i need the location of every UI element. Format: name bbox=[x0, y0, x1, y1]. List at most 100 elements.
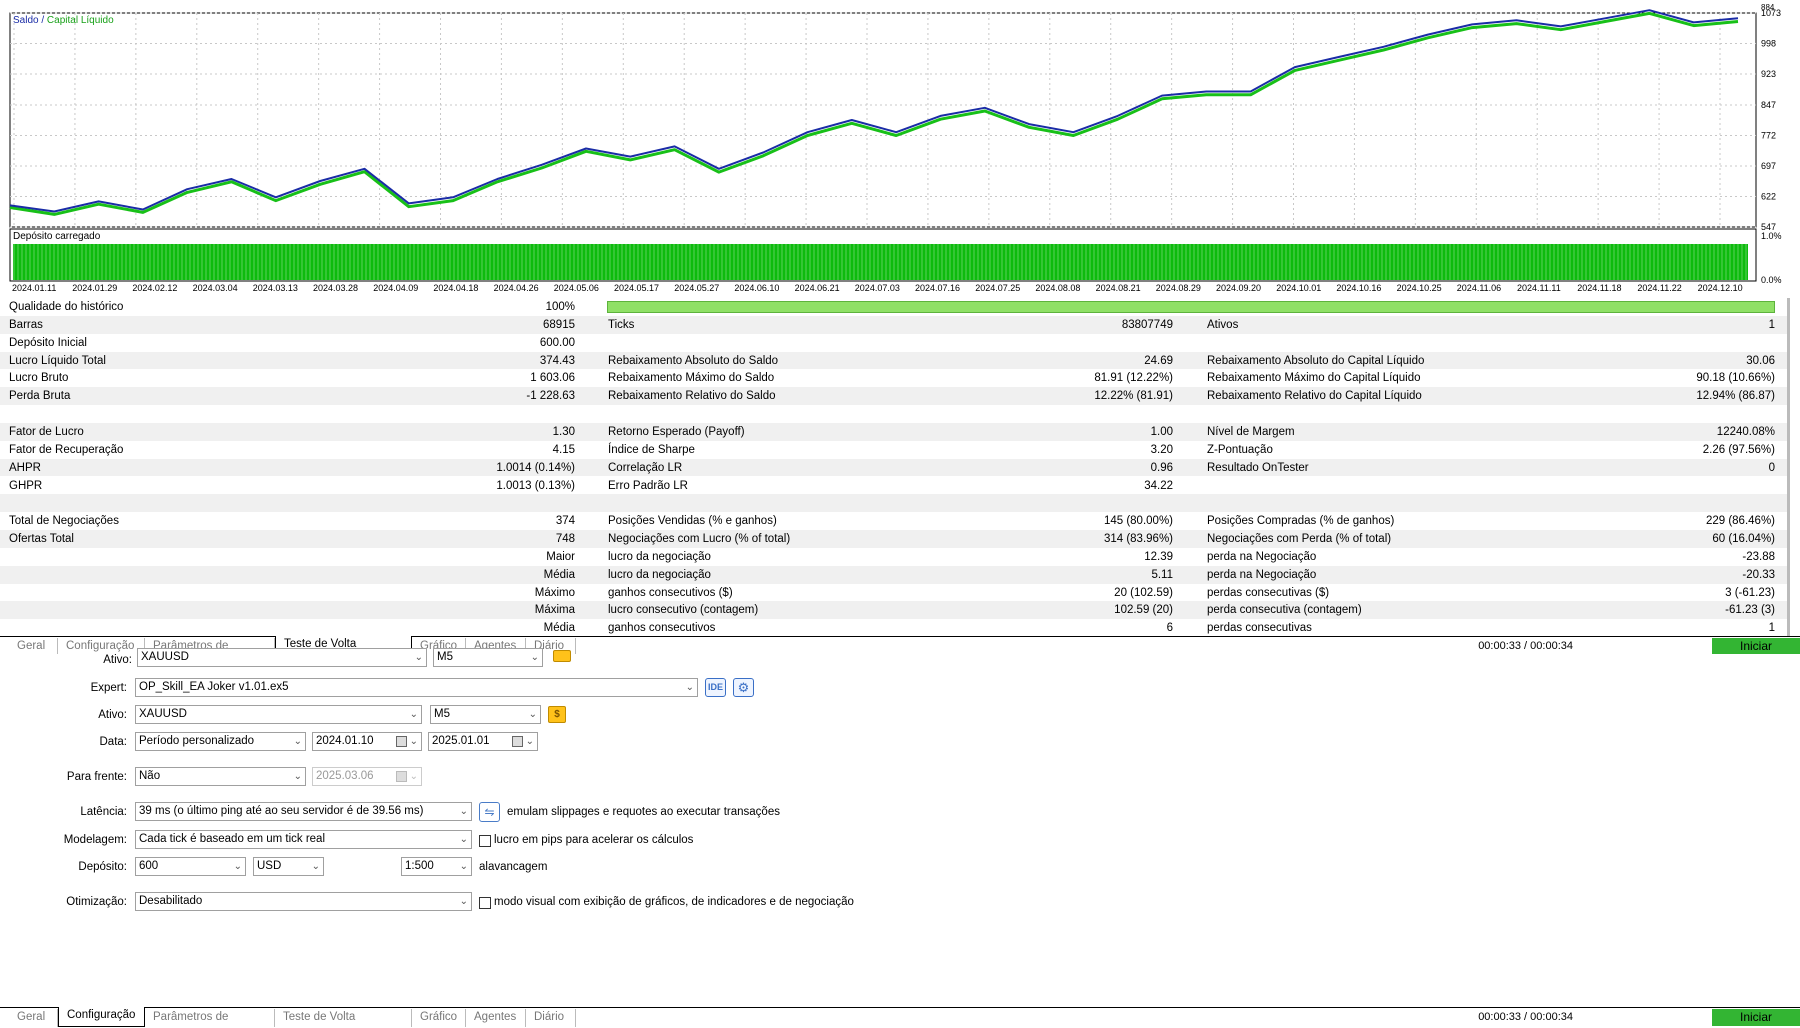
legend-equity: Capital Líquido bbox=[46, 15, 114, 26]
tab-geral[interactable]: Geral bbox=[9, 1009, 58, 1027]
elapsed-timer: 00:00:33 / 00:00:34 bbox=[1478, 1011, 1573, 1023]
period-select[interactable]: Período personalizado ⌄ bbox=[135, 732, 306, 751]
x-axis-label: 2024.03.04 bbox=[193, 283, 238, 293]
coin-icon[interactable] bbox=[553, 650, 571, 662]
timeframe-value: M5 bbox=[434, 708, 450, 720]
deposit-value: 600 bbox=[139, 860, 159, 872]
results-label: Rebaixamento Máximo do Capital Líquido bbox=[1207, 372, 1421, 385]
y-axis-label: 772 bbox=[1761, 130, 1776, 140]
results-value: 1.0014 (0.14%) bbox=[496, 461, 575, 474]
ativo-select[interactable]: XAUUSD ⌄ bbox=[135, 705, 422, 724]
results-row: Depósito Inicial 600.00 bbox=[0, 334, 1787, 352]
x-axis-label: 2024.08.29 bbox=[1156, 283, 1201, 293]
tab-para-metros-de-entrada[interactable]: Parâmetros de entrada bbox=[145, 1009, 275, 1027]
model-select[interactable]: Cada tick é baseado em um tick real ⌄ bbox=[135, 830, 472, 849]
results-row: Média lucro da negociação 5.11 perda na Neg… bbox=[0, 565, 1787, 584]
results-label: Ticks bbox=[608, 318, 635, 331]
results-value: 145 (80.00%) bbox=[1103, 515, 1173, 528]
calendar-icon bbox=[396, 771, 407, 782]
results-row: Maior lucro da negociação 12.39 perda na Ne… bbox=[0, 548, 1787, 566]
results-value: 5.11 bbox=[1151, 568, 1173, 581]
expert-select[interactable]: OP_Skill_EA Joker v1.01.ex5 ⌄ bbox=[135, 678, 698, 697]
x-axis-label: 2024.11.22 bbox=[1637, 283, 1681, 293]
y-axis-label: 998 bbox=[1761, 39, 1776, 49]
date-to-picker[interactable]: 2025.01.01 ⌄ bbox=[428, 732, 538, 751]
partial-ativo-select[interactable]: XAUUSD ⌄ bbox=[137, 648, 427, 667]
date-from-picker[interactable]: 2024.01.10 ⌄ bbox=[312, 732, 422, 751]
tab-configurac-a-o[interactable]: Configuração bbox=[58, 1007, 145, 1027]
deposit-select[interactable]: 600 ⌄ bbox=[135, 857, 246, 876]
results-label: Erro Padrão LR bbox=[608, 479, 688, 492]
slippage-settings-icon[interactable]: ⇋ bbox=[479, 802, 500, 822]
x-axis-label: 2024.04.26 bbox=[494, 283, 539, 293]
start-button[interactable]: Iniciar bbox=[1712, 1009, 1800, 1026]
results-value: 68915 bbox=[543, 318, 575, 331]
results-label: perdas consecutivas bbox=[1207, 622, 1312, 635]
results-label: Rebaixamento Absoluto do Capital Líquido bbox=[1207, 354, 1425, 367]
currency-value: USD bbox=[257, 860, 282, 872]
results-label: Perda Bruta bbox=[9, 390, 71, 403]
x-axis-label: 2024.10.16 bbox=[1336, 283, 1381, 293]
results-value: 3 (-61.23) bbox=[1725, 586, 1775, 599]
results-value: 90.18 (10.66%) bbox=[1696, 372, 1775, 385]
forward-select[interactable]: Não ⌄ bbox=[135, 767, 306, 786]
ativo-value: XAUUSD bbox=[139, 708, 187, 720]
results-label: Rebaixamento Máximo do Saldo bbox=[608, 372, 775, 385]
results-label: Posições Compradas (% de ganhos) bbox=[1207, 515, 1395, 528]
results-row: Qualidade do histórico 100% bbox=[0, 298, 1787, 316]
x-axis-label: 2024.02.12 bbox=[132, 283, 177, 293]
y-axis-label: 847 bbox=[1761, 100, 1776, 110]
results-scrollbar[interactable] bbox=[1787, 298, 1790, 636]
leverage-select[interactable]: 1:500 ⌄ bbox=[401, 857, 472, 876]
results-value: Máxima bbox=[534, 604, 575, 617]
gear-icon[interactable]: ⚙ bbox=[733, 678, 754, 697]
results-value: 4.15 bbox=[552, 443, 575, 456]
results-row: Lucro Bruto 1 603.06 Rebaixamento Máximo d… bbox=[0, 369, 1787, 387]
chevron-down-icon: ⌄ bbox=[409, 736, 418, 747]
tab-teste-de-volta-backtest[interactable]: Teste de Volta (backtest) bbox=[275, 1009, 412, 1027]
results-label: Qualidade do histórico bbox=[9, 301, 124, 313]
ativo-label: Ativo: bbox=[98, 709, 127, 721]
visual-mode-text: modo visual com exibição de gráficos, de… bbox=[494, 896, 854, 908]
tab-agentes[interactable]: Agentes bbox=[466, 1009, 526, 1027]
x-axis-label: 2024.05.27 bbox=[674, 283, 719, 293]
results-value: 314 (83.96%) bbox=[1103, 533, 1173, 546]
pips-checkbox[interactable] bbox=[479, 835, 491, 847]
results-value: Maior bbox=[546, 550, 575, 563]
chevron-down-icon: ⌄ bbox=[525, 736, 534, 747]
x-axis-label: 2024.06.10 bbox=[734, 283, 779, 293]
results-value: 81.91 (12.22%) bbox=[1094, 372, 1173, 385]
results-value: -1 228.63 bbox=[526, 390, 575, 403]
tab-gra-fico[interactable]: Gráfico bbox=[412, 1009, 466, 1027]
x-axis-label: 2024.04.09 bbox=[373, 283, 418, 293]
visual-mode-checkbox[interactable] bbox=[479, 897, 491, 909]
leverage-value: 1:500 bbox=[405, 860, 434, 872]
start-button[interactable]: Iniciar bbox=[1712, 638, 1800, 655]
results-value: Máximo bbox=[534, 586, 575, 599]
results-row bbox=[0, 494, 1787, 513]
y-axis-label-top: 884 bbox=[1761, 3, 1775, 12]
x-axis-label: 2024.08.08 bbox=[1035, 283, 1080, 293]
results-row: Fator de Lucro 1.30 Retorno Esperado (Payo… bbox=[0, 422, 1787, 441]
results-label: Ativos bbox=[1207, 318, 1239, 331]
legend-balance: Saldo bbox=[13, 15, 39, 26]
results-value: 1 603.06 bbox=[530, 372, 575, 385]
currency-select[interactable]: USD ⌄ bbox=[253, 857, 324, 876]
results-value: Média bbox=[543, 622, 575, 635]
tab-dia-rio[interactable]: Diário bbox=[526, 1009, 576, 1027]
results-label: Negociações com Lucro (% of total) bbox=[608, 533, 791, 546]
ide-button[interactable]: IDE bbox=[705, 678, 726, 697]
results-value: 83807749 bbox=[1121, 318, 1173, 331]
x-axis-label: 2024.01.29 bbox=[72, 283, 117, 293]
pips-text: lucro em pips para acelerar os cálculos bbox=[494, 834, 694, 846]
optimization-select[interactable]: Desabilitado ⌄ bbox=[135, 892, 472, 911]
timeframe-select[interactable]: M5 ⌄ bbox=[430, 705, 541, 724]
coin-icon[interactable]: $ bbox=[548, 706, 566, 723]
latency-select[interactable]: 39 ms (o último ping até ao seu servidor… bbox=[135, 802, 472, 821]
partial-timeframe-select[interactable]: M5 ⌄ bbox=[433, 648, 543, 667]
results-label: Barras bbox=[9, 318, 43, 331]
x-axis-label: 2024.10.25 bbox=[1397, 283, 1442, 293]
period-value: Período personalizado bbox=[139, 735, 255, 747]
results-row: Ofertas Total 748 Negociações com Lucro (%… bbox=[0, 530, 1787, 548]
results-row: Média ganhos consecutivos 6 perdas consecut… bbox=[0, 619, 1787, 636]
